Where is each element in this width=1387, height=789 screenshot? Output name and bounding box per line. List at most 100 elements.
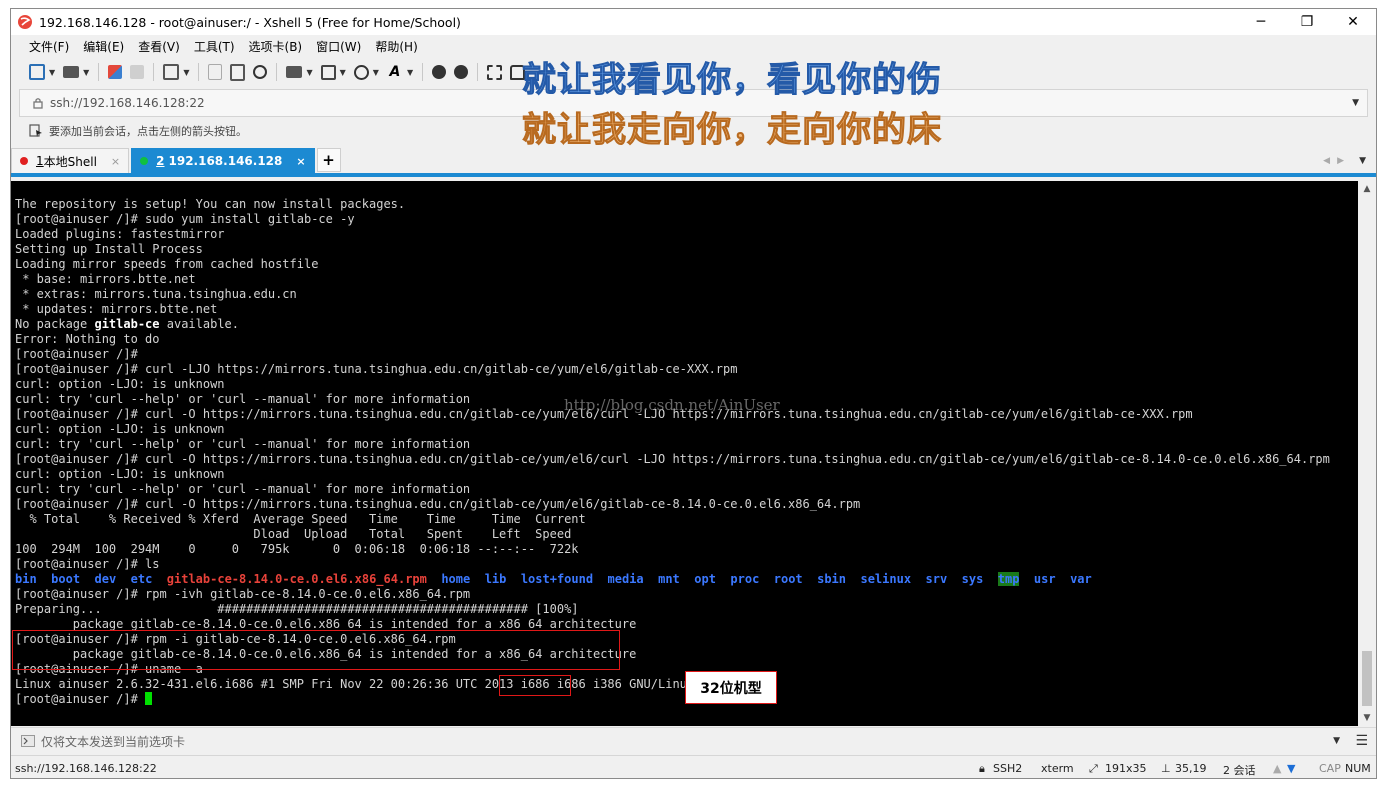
ls-entry: etc: [130, 572, 153, 586]
toolbar-separator: [153, 63, 155, 81]
status-dot-icon: [140, 157, 149, 165]
address-text: ssh://192.168.146.128:22: [50, 96, 205, 110]
chevron-down-icon[interactable]: ▼: [83, 68, 89, 77]
terminal-line: Error: Nothing to do: [15, 332, 160, 346]
xmanager-icon[interactable]: [454, 65, 469, 79]
send-input-placeholder: 仅将文本发送到当前选项卡: [41, 734, 186, 749]
terminal-line: Loaded plugins: fastestmirror: [15, 227, 225, 241]
send-text-icon: [21, 735, 35, 747]
tab-list-icon[interactable]: ▼: [1359, 156, 1366, 166]
terminal-line: % Total % Received % Xferd Average Speed…: [15, 512, 586, 526]
tab-scroll-right-icon[interactable]: ▶: [1337, 156, 1344, 166]
lock-icon: [33, 98, 43, 109]
terminal-line: [root@ainuser /]# curl -O https://mirror…: [15, 452, 1330, 466]
chevron-down-icon[interactable]: ▼: [373, 68, 379, 77]
terminal-line: Loading mirror speeds from cached hostfi…: [15, 257, 319, 271]
terminal-line: The repository is setup! You can now ins…: [15, 197, 406, 211]
menu-tabs[interactable]: 选项卡(B): [249, 38, 303, 55]
new-tab-button[interactable]: +: [316, 148, 341, 172]
maximize-button[interactable]: ❐: [1284, 9, 1330, 35]
prompt: [root@ainuser /]#: [15, 692, 146, 706]
globe-icon[interactable]: [353, 64, 369, 80]
chevron-down-icon[interactable]: ▼: [306, 68, 312, 77]
menu-view[interactable]: 查看(V): [138, 38, 180, 55]
add-session-arrow-icon[interactable]: [29, 124, 43, 138]
info-text: 要添加当前会话，点击左侧的箭头按钮。: [49, 125, 247, 138]
chevron-down-icon[interactable]: ▼: [183, 68, 189, 77]
terminal-prompt-line: [root@ainuser /]#: [15, 692, 153, 706]
chevron-down-icon[interactable]: ▼: [49, 68, 55, 77]
highlight-box-arch: [499, 675, 571, 696]
terminal-line: * base: mirrors.btte.net: [15, 272, 196, 286]
terminal-line: [root@ainuser /]# curl -LJO https://mirr…: [15, 362, 738, 376]
tab-local-shell[interactable]: 1 本地Shell ×: [11, 148, 130, 173]
terminal-line: Setting up Install Process: [15, 242, 203, 256]
terminal-line: curl: option -LJO: is unknown: [15, 377, 225, 391]
scroll-up-icon[interactable]: ▲: [1358, 181, 1376, 197]
menu-window[interactable]: 窗口(W): [316, 38, 361, 55]
watermark: http://blog.csdn.net/AinUser: [564, 396, 780, 414]
ls-entry: sys: [961, 572, 984, 586]
send-bar[interactable]: 仅将文本发送到当前选项卡 ▼ ☰: [11, 727, 1376, 754]
find-icon[interactable]: [253, 65, 268, 79]
terminal-scrollbar[interactable]: ▲ ▼: [1358, 181, 1376, 726]
menu-file[interactable]: 文件(F): [29, 38, 69, 55]
ls-output: bin boot dev etc gitlab-ce-8.14.0-ce.0.e…: [15, 572, 1092, 586]
chevron-down-icon[interactable]: ▼: [407, 68, 413, 77]
ls-entry: media: [607, 572, 644, 586]
chevron-down-icon[interactable]: ▼: [1352, 98, 1359, 108]
window-title: 192.168.146.128 - root@ainuser:/ - Xshel…: [39, 14, 461, 30]
toolbar-separator: [198, 63, 200, 81]
status-caps: CAP: [1319, 762, 1341, 775]
ls-entry: sbin: [817, 572, 847, 586]
xftp-icon[interactable]: [432, 65, 447, 79]
close-button[interactable]: ✕: [1330, 9, 1376, 35]
scroll-down-icon[interactable]: ▼: [1358, 710, 1376, 726]
status-term: xterm: [1041, 762, 1074, 775]
menu-help[interactable]: 帮助(H): [375, 38, 417, 55]
tab-close-icon[interactable]: ×: [296, 155, 305, 168]
no-package-suffix: available.: [159, 317, 239, 331]
print-icon[interactable]: [286, 66, 303, 78]
ls-entry: bin: [15, 572, 37, 586]
terminal-line: curl: try 'curl --help' or 'curl --manua…: [15, 392, 471, 406]
open-folder-icon[interactable]: [63, 66, 80, 78]
font-icon[interactable]: A: [387, 64, 403, 80]
terminal-line: curl: option -LJO: is unknown: [15, 422, 225, 436]
status-sessions: 2 会话: [1223, 764, 1256, 777]
transfer-icon[interactable]: [320, 64, 336, 80]
paste-icon[interactable]: [230, 63, 246, 81]
menu-lines-icon[interactable]: ☰: [1355, 733, 1368, 749]
tab-session-192-168-146-128[interactable]: 2 192.168.146.128 ×: [131, 148, 315, 173]
menu-edit[interactable]: 编辑(E): [83, 38, 124, 55]
download-arrow-icon: ▼: [1287, 762, 1296, 775]
copy-icon[interactable]: [208, 64, 223, 80]
tab-number: 2: [156, 154, 165, 168]
tab-label: 192.168.146.128: [168, 154, 283, 168]
tab-close-icon[interactable]: ×: [111, 155, 120, 168]
terminal-line: 100 294M 100 294M 0 0 795k 0 0:06:18 0:0…: [15, 542, 579, 556]
ls-entry: opt: [694, 572, 716, 586]
properties-icon[interactable]: [163, 64, 180, 80]
disconnect-icon[interactable]: [130, 65, 145, 79]
tab-scroll-left-icon[interactable]: ◀: [1323, 156, 1330, 166]
tab-label: 本地Shell: [43, 154, 97, 169]
ls-entry: lost+found: [520, 572, 594, 586]
scroll-thumb[interactable]: [1362, 651, 1372, 706]
terminal-line: [root@ainuser /]#: [15, 347, 138, 361]
annotation-callout: 32位机型: [685, 671, 777, 704]
toolbar-separator: [477, 63, 479, 81]
package-name: gitlab-ce: [94, 317, 160, 331]
toolbar-separator: [276, 63, 278, 81]
fullscreen-icon[interactable]: [487, 64, 503, 80]
connect-icon[interactable]: [108, 65, 123, 79]
chevron-down-icon[interactable]: ▼: [1333, 736, 1340, 746]
terminal-line: [root@ainuser /]# sudo yum install gitla…: [15, 212, 355, 226]
menu-tools[interactable]: 工具(T): [194, 38, 235, 55]
terminal-line: * updates: mirrors.btte.net: [15, 302, 218, 316]
minimize-button[interactable]: ─: [1238, 9, 1284, 35]
new-session-icon[interactable]: [29, 64, 45, 80]
upload-arrow-icon: ▲: [1273, 762, 1282, 775]
toolbar-separator: [98, 63, 100, 81]
chevron-down-icon[interactable]: ▼: [340, 68, 346, 77]
